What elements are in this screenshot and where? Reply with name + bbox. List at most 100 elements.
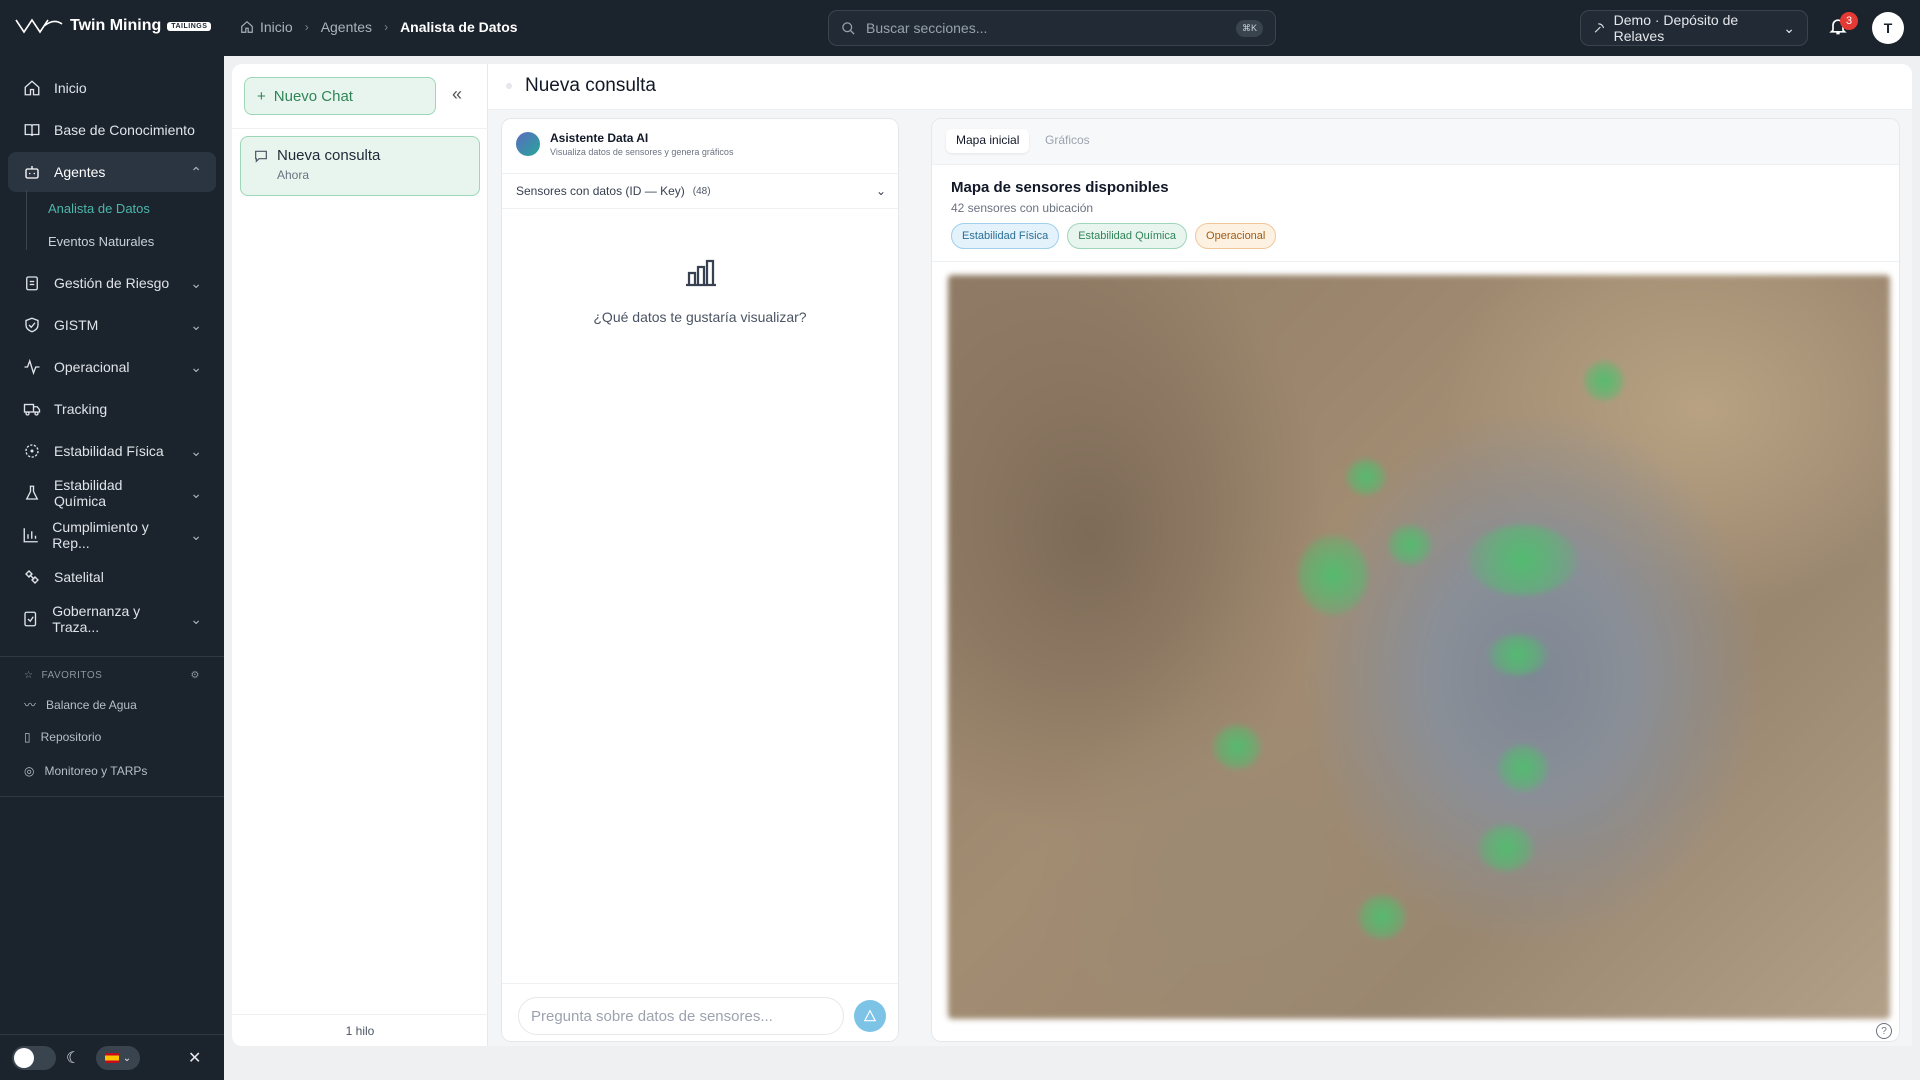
new-chat-button[interactable]: + Nuevo Chat xyxy=(244,77,436,115)
bot-icon xyxy=(22,162,42,182)
main-content: Nueva consulta Asistente Data AI Visuali… xyxy=(488,64,1912,1046)
collapse-panel-icon[interactable]: « xyxy=(452,84,462,105)
question-input[interactable]: Pregunta sobre datos de sensores... xyxy=(518,997,844,1035)
favorite-label: Repositorio xyxy=(40,730,102,744)
sidebar-subitem-eventos-naturales[interactable]: Eventos Naturales xyxy=(48,234,154,249)
sidebar-item-base-conocimiento[interactable]: Base de Conocimiento xyxy=(8,110,216,150)
chevron-down-icon: ⌄ xyxy=(190,442,202,459)
sidebar-item-label: Cumplimiento y Rep... xyxy=(52,519,149,551)
bar-chart-icon xyxy=(686,259,716,287)
sensor-marker[interactable] xyxy=(1213,725,1261,769)
sensor-marker[interactable] xyxy=(1478,825,1534,871)
shield-check-icon xyxy=(22,315,42,335)
chevron-down-icon: ⌄ xyxy=(875,184,886,198)
project-label: Demo · Depósito de Relaves xyxy=(1613,12,1739,44)
home-icon xyxy=(22,78,42,98)
chip-operacional[interactable]: Operacional xyxy=(1195,223,1277,249)
divider xyxy=(502,208,898,209)
sidebar-item-gestion-riesgo[interactable]: Gestión de Riesgo ⌄ xyxy=(8,263,216,303)
sidebar-item-label: GISTM xyxy=(54,317,99,333)
chevron-down-icon: ⌄ xyxy=(1783,19,1795,36)
divider xyxy=(0,796,224,797)
thread-item[interactable]: Nueva consulta Ahora xyxy=(240,136,480,196)
sidebar-item-label: Estabilidad Física xyxy=(54,443,164,459)
satellite-icon xyxy=(22,567,42,587)
sidebar-item-estabilidad-fisica[interactable]: Estabilidad Física ⌄ xyxy=(8,431,216,471)
spain-flag-icon xyxy=(104,1053,119,1063)
help-icon[interactable]: ? xyxy=(1876,1023,1892,1039)
toggle-knob xyxy=(14,1048,34,1068)
sensor-marker[interactable] xyxy=(1584,361,1624,401)
favorite-item-monitoreo[interactable]: ◎ Monitoreo y TARPs xyxy=(24,764,147,778)
thread-time: Ahora xyxy=(277,168,310,182)
flask-icon xyxy=(22,483,42,503)
send-button[interactable] xyxy=(854,1000,886,1032)
tab-graficos[interactable]: Gráficos xyxy=(1035,129,1100,153)
sensor-marker[interactable] xyxy=(1346,459,1386,495)
sidebar-item-inicio[interactable]: Inicio xyxy=(8,68,216,108)
chevron-down-icon: ⌄ xyxy=(190,610,202,627)
main-header: Nueva consulta xyxy=(488,64,1912,110)
sensors-count: (48) xyxy=(692,185,711,197)
sidebar-item-agentes[interactable]: Agentes ⌃ xyxy=(8,152,216,192)
sensor-marker[interactable] xyxy=(1488,635,1548,675)
language-selector[interactable]: ⌄ xyxy=(96,1046,140,1070)
sensor-marker[interactable] xyxy=(1498,745,1548,791)
message-icon xyxy=(255,150,267,163)
tab-mapa-inicial[interactable]: Mapa inicial xyxy=(946,129,1030,153)
book-icon: ▯ xyxy=(24,730,31,744)
sidebar-subitem-analista-datos[interactable]: Analista de Datos xyxy=(48,201,150,216)
chevron-down-icon: ⌄ xyxy=(190,316,202,333)
book-icon xyxy=(22,120,42,140)
pin-off-icon[interactable]: ✕ xyxy=(188,1048,201,1068)
map-title: Mapa de sensores disponibles xyxy=(951,179,1169,196)
map-tabs: Mapa inicial Gráficos xyxy=(932,119,1899,165)
thread-title: Nueva consulta xyxy=(277,147,381,164)
truck-icon xyxy=(22,399,42,419)
sensors-dropdown[interactable]: Sensores con datos (ID — Key) (48) ⌄ xyxy=(516,175,886,207)
sensor-marker[interactable] xyxy=(1468,525,1578,595)
sidebar-item-estabilidad-quimica[interactable]: Estabilidad Química ⌄ xyxy=(8,473,216,513)
divider xyxy=(502,983,898,984)
breadcrumb-agentes[interactable]: Agentes xyxy=(321,19,372,35)
empty-prompt: ¿Qué datos te gustaría visualizar? xyxy=(593,309,807,325)
sidebar-item-cumplimiento[interactable]: Cumplimiento y Rep... ⌄ xyxy=(8,515,216,555)
favorite-item-repositorio[interactable]: ▯ Repositorio xyxy=(24,730,101,744)
notifications-button[interactable]: 3 xyxy=(1828,12,1858,40)
activity-icon xyxy=(22,357,42,377)
breadcrumb: Inicio › Agentes › Analista de Datos xyxy=(240,19,518,35)
favorite-item-balance-agua[interactable]: 〰 Balance de Agua xyxy=(24,696,137,713)
sliders-icon[interactable]: ⚙ xyxy=(191,670,200,681)
plus-icon: + xyxy=(257,87,266,105)
activity-icon: 〰 xyxy=(24,698,37,712)
main-body: Asistente Data AI Visualiza datos de sen… xyxy=(488,110,1912,1046)
chip-estabilidad-fisica[interactable]: Estabilidad Física xyxy=(951,223,1060,249)
sidebar: Inicio Base de Conocimiento Agentes ⌃ An… xyxy=(0,56,224,1080)
sidebar-item-tracking[interactable]: Tracking xyxy=(8,389,216,429)
chip-estabilidad-quimica[interactable]: Estabilidad Química xyxy=(1067,223,1188,249)
home-icon[interactable] xyxy=(240,20,254,34)
avatar[interactable]: T xyxy=(1872,12,1904,44)
theme-toggle[interactable] xyxy=(12,1046,56,1070)
breadcrumb-home[interactable]: Inicio xyxy=(260,19,293,35)
project-selector[interactable]: Demo · Depósito de Relaves ⌄ xyxy=(1580,10,1808,46)
favorites-title: FAVORITOS xyxy=(41,670,103,681)
search-input[interactable]: Buscar secciones... ⌘K xyxy=(828,10,1276,46)
sidebar-item-satelital[interactable]: Satelital xyxy=(8,557,216,597)
divider xyxy=(232,128,488,129)
sidebar-item-label: Tracking xyxy=(54,401,108,417)
favorites-header: ☆ FAVORITOS ⚙ xyxy=(24,670,200,681)
logo[interactable]: Twin Mining TAILINGS xyxy=(14,16,212,36)
favorite-label: Monitoreo y TARPs xyxy=(44,764,148,778)
chat-panel: Asistente Data AI Visualiza datos de sen… xyxy=(501,118,899,1042)
sidebar-item-gistm[interactable]: GISTM ⌄ xyxy=(8,305,216,345)
sensor-marker[interactable] xyxy=(1358,895,1406,939)
chevron-down-icon: ⌄ xyxy=(190,526,202,543)
sensor-marker[interactable] xyxy=(1298,535,1368,615)
sensor-marker[interactable] xyxy=(1388,525,1432,565)
sidebar-item-gobernanza[interactable]: Gobernanza y Traza... ⌄ xyxy=(8,599,216,639)
sidebar-item-operacional[interactable]: Operacional ⌄ xyxy=(8,347,216,387)
moon-icon: ☾ xyxy=(66,1050,81,1067)
page-title: Nueva consulta xyxy=(525,75,656,96)
satellite-map[interactable] xyxy=(948,275,1890,1019)
